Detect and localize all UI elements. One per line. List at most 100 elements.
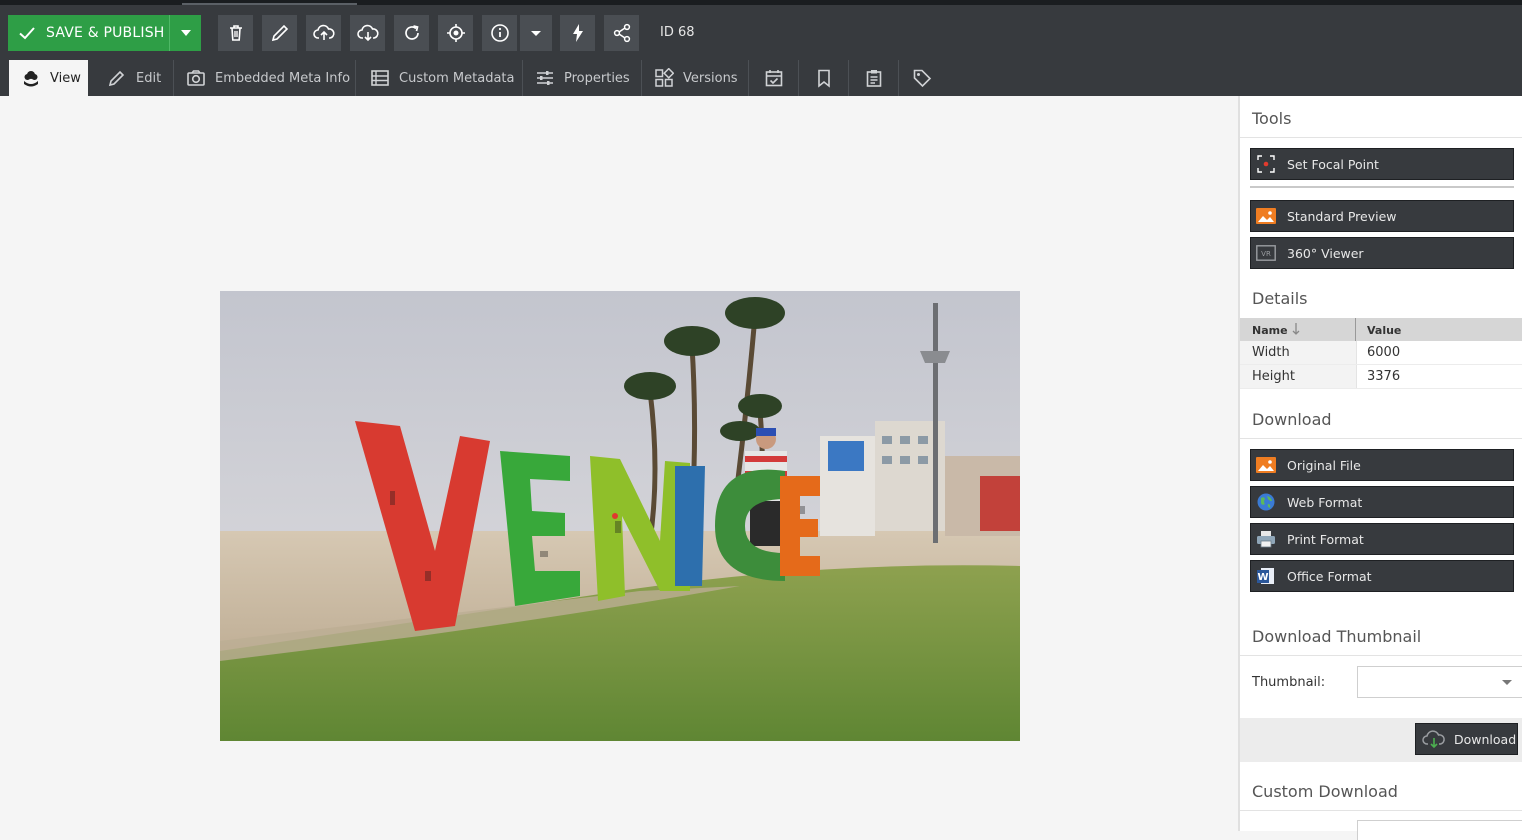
download-thumbnail-title: Download Thumbnail [1252,627,1422,646]
tab-edit[interactable]: Edit [95,60,174,96]
globe-icon [1256,492,1276,512]
upload-cloud-icon [312,24,335,40]
section-divider [1240,655,1522,656]
section-divider [1240,438,1522,439]
share-button[interactable] [604,15,639,51]
preview-image [220,291,1020,741]
share-icon [613,23,630,43]
tab-bar: View Edit Embedded Meta Info Custom Meta… [0,60,1522,96]
standard-preview-button[interactable]: Standard Preview [1250,200,1514,232]
row-cell-separator [1356,341,1357,364]
column-header-name[interactable]: Name [1252,324,1288,337]
download-cloud-icon [356,24,379,42]
printer-icon [1256,529,1276,549]
flower-icon [24,71,38,87]
tab-schedule[interactable] [749,60,799,96]
tab-edit-label: Edit [136,70,162,86]
details-title: Details [1252,289,1308,308]
office-format-button[interactable]: W Office Format [1250,560,1514,592]
original-file-button[interactable]: Original File [1250,449,1514,481]
column-separator [1355,318,1356,341]
image-icon [1256,206,1276,226]
clipboard-icon [866,70,882,87]
pencil-icon [108,70,125,87]
save-publish-label: SAVE & PUBLISH [46,25,165,41]
print-format-button[interactable]: Print Format [1250,523,1514,555]
detail-name: Height [1252,369,1295,384]
tab-embedded-meta-info-label: Embedded Meta Info [215,70,351,86]
side-panel: Tools Set Focal Point Standard Preview V… [1238,96,1522,840]
target-icon [446,24,465,42]
tab-view-label: View [50,70,81,86]
web-format-button[interactable]: Web Format [1250,486,1514,518]
save-options-dropdown[interactable] [169,15,201,51]
custom-download-title: Custom Download [1252,782,1398,801]
reload-button[interactable] [394,15,429,51]
set-focal-point-label: Set Focal Point [1287,156,1379,172]
detail-value: 6000 [1367,345,1401,360]
tab-versions[interactable]: Versions [642,60,749,96]
bookmark-icon [818,69,830,88]
metadata-icon [371,70,389,86]
tools-title: Tools [1252,109,1292,128]
tab-notes[interactable] [849,60,899,96]
tab-versions-label: Versions [683,70,738,86]
tools-divider [1250,186,1514,188]
set-focal-point-button[interactable]: Set Focal Point [1250,148,1514,180]
original-file-label: Original File [1287,457,1361,473]
sliders-icon [537,71,553,85]
info-dropdown-button[interactable] [520,15,552,51]
360-viewer-button[interactable]: VR 360° Viewer [1250,237,1514,269]
focal-point-icon [1256,154,1276,174]
calendar-check-icon [765,70,783,87]
tab-properties-label: Properties [564,70,630,86]
download-thumbnail-button[interactable]: Download [1415,723,1518,755]
tab-properties[interactable]: Properties [523,60,642,96]
save-publish-button[interactable]: SAVE & PUBLISH [8,15,169,51]
rename-button[interactable] [262,15,297,51]
chevron-down-icon [180,30,191,36]
table-row[interactable]: Height 3376 [1240,365,1522,389]
tab-custom-metadata-label: Custom Metadata [399,70,515,86]
image-viewer[interactable] [0,96,1238,831]
download-button[interactable] [350,15,385,51]
main-toolbar: SAVE & PUBLISH ID 68 [0,5,1522,60]
section-divider [1240,137,1522,138]
vr-icon: VR [1256,243,1276,263]
tab-view[interactable]: View [9,60,88,96]
info-icon [490,24,509,42]
tab-bookmarks[interactable] [799,60,849,96]
download-cloud-icon [1422,730,1445,748]
download-thumbnail-label: Download [1454,731,1517,747]
table-row[interactable]: Width 6000 [1240,341,1522,365]
bolt-icon [572,24,583,42]
tab-custom-metadata[interactable]: Custom Metadata [356,60,523,96]
quick-action-button[interactable] [560,15,595,51]
sort-arrow-icon [1292,323,1300,335]
reload-icon [404,25,419,40]
word-icon: W [1256,566,1276,586]
trash-icon [229,25,242,41]
column-header-value[interactable]: Value [1367,324,1401,337]
info-button[interactable] [482,15,517,51]
section-divider [1240,810,1522,811]
tab-tags[interactable] [899,60,945,96]
chevron-down-icon [531,31,541,36]
download-title: Download [1252,410,1332,429]
locate-button[interactable] [438,15,473,51]
custom-download-select[interactable] [1357,820,1522,840]
venice-photo-illustration [220,291,1020,741]
versions-icon [655,68,674,87]
tab-embedded-meta-info[interactable]: Embedded Meta Info [174,60,356,96]
chevron-down-icon [1502,680,1512,685]
tag-icon [913,69,932,88]
office-format-label: Office Format [1287,568,1372,584]
upload-button[interactable] [306,15,341,51]
delete-button[interactable] [218,15,253,51]
check-icon [19,27,35,40]
print-format-label: Print Format [1287,531,1364,547]
thumbnail-select[interactable] [1357,666,1522,698]
pencil-icon [271,24,288,42]
asset-id-label: ID 68 [660,25,695,40]
360-viewer-label: 360° Viewer [1287,245,1364,261]
